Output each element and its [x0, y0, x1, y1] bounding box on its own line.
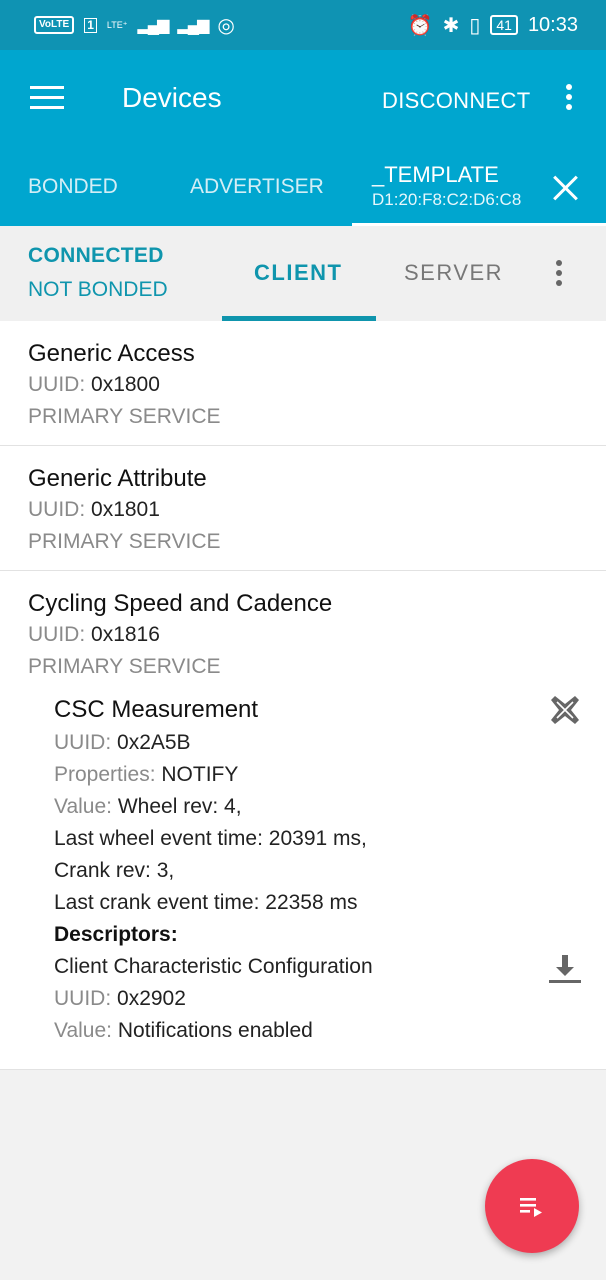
- status-right: ⏰ ✱ ▯ 41 10:33: [408, 13, 578, 38]
- service-uuid-row: UUID: 0x1816: [28, 619, 606, 651]
- log-fab-button[interactable]: [485, 1159, 579, 1253]
- service-uuid-row: UUID: 0x1800: [28, 369, 606, 401]
- uuid-label: UUID:: [28, 498, 86, 521]
- service-name: Generic Access: [28, 340, 195, 367]
- signal-2-icon: ▂▄▆: [177, 17, 209, 34]
- descriptors-heading: Descriptors:: [54, 923, 178, 946]
- services-list: Generic Access UUID: 0x1800 PRIMARY SERV…: [0, 321, 606, 1070]
- volte-icon: VoLTE: [34, 16, 75, 34]
- service-name: Generic Attribute: [28, 465, 207, 492]
- value-label: Value:: [54, 795, 112, 818]
- more-options-icon[interactable]: [564, 84, 574, 110]
- signal-icon: ▂▄▆: [137, 17, 169, 34]
- download-icon[interactable]: [548, 953, 582, 985]
- vibrate-icon: ▯: [469, 14, 481, 37]
- lte-icon: LTE⁺: [106, 19, 128, 30]
- service-item[interactable]: Generic Attribute UUID: 0x1801 PRIMARY S…: [0, 446, 606, 571]
- descriptor-uuid-row: UUID: 0x2902: [54, 983, 606, 1015]
- close-icon[interactable]: [552, 174, 580, 202]
- status-bar: VoLTE 1 LTE⁺ ▂▄▆ ▂▄▆ ◎ ⏰ ✱ ▯ 41 10:33: [0, 0, 606, 50]
- service-uuid-row: UUID: 0x1801: [28, 494, 606, 526]
- properties-label: Properties:: [54, 763, 156, 786]
- device-tabs: BONDED ADVERTISER _TEMPLATE D1:20:F8:C2:…: [0, 148, 606, 226]
- characteristic-item[interactable]: CSC Measurement UUID: 0x2A5B Properties:…: [28, 683, 606, 1065]
- value-line: Wheel rev: 4,: [117, 795, 242, 818]
- descriptor-value: Notifications enabled: [117, 1019, 313, 1042]
- tab-client[interactable]: CLIENT: [254, 260, 342, 286]
- bond-state: NOT BONDED: [28, 278, 168, 301]
- value-line: Crank rev: 3,: [54, 859, 175, 882]
- value-line: Last wheel event time: 20391 ms,: [54, 827, 367, 850]
- notifications-disable-icon[interactable]: [548, 693, 582, 727]
- value-label: Value:: [54, 1019, 112, 1042]
- characteristic-uuid-row: UUID: 0x2A5B: [54, 727, 606, 759]
- status-left: VoLTE 1 LTE⁺ ▂▄▆ ▂▄▆ ◎: [34, 13, 235, 38]
- tab-template-name: _TEMPLATE: [372, 162, 499, 187]
- uuid-label: UUID:: [54, 731, 112, 754]
- bluetooth-icon: ✱: [442, 14, 460, 37]
- descriptor-uuid: 0x2902: [117, 987, 186, 1010]
- characteristic-uuid: 0x2A5B: [117, 731, 191, 754]
- toolbar: Devices DISCONNECT: [0, 50, 606, 148]
- app-bar: Devices DISCONNECT BONDED ADVERTISER _TE…: [0, 50, 606, 226]
- service-type: PRIMARY SERVICE: [28, 655, 221, 678]
- characteristic-properties-row: Properties: NOTIFY: [54, 759, 606, 791]
- sim-slot-icon: 1: [84, 17, 97, 33]
- connection-bar: CONNECTED NOT BONDED CLIENT SERVER: [0, 226, 606, 322]
- disconnect-button[interactable]: DISCONNECT: [382, 88, 530, 114]
- characteristic-name: CSC Measurement: [54, 696, 259, 723]
- service-item-expanded[interactable]: Cycling Speed and Cadence UUID: 0x1816 P…: [0, 571, 606, 1070]
- tab-template-address: D1:20:F8:C2:D6:C8: [372, 190, 522, 209]
- descriptor-name: Client Characteristic Configuration: [54, 955, 373, 978]
- client-options-icon[interactable]: [554, 260, 564, 286]
- descriptor-value-row: Value: Notifications enabled: [54, 1015, 606, 1047]
- characteristic-properties: NOTIFY: [161, 763, 239, 786]
- wifi-hotspot-icon: ◎: [217, 14, 235, 37]
- service-type: PRIMARY SERVICE: [28, 530, 221, 553]
- service-uuid: 0x1816: [91, 623, 160, 646]
- tab-advertiser[interactable]: ADVERTISER: [190, 148, 324, 226]
- alarm-icon: ⏰: [407, 14, 433, 37]
- characteristic-value-row: Value: Wheel rev: 4,: [54, 791, 606, 823]
- service-type: PRIMARY SERVICE: [28, 405, 221, 428]
- clock: 10:33: [527, 13, 578, 36]
- tab-bonded[interactable]: BONDED: [28, 148, 118, 226]
- service-uuid: 0x1801: [91, 498, 160, 521]
- service-name: Cycling Speed and Cadence: [28, 590, 333, 617]
- connection-state: CONNECTED: [28, 244, 164, 267]
- uuid-label: UUID:: [28, 623, 86, 646]
- hamburger-menu-icon[interactable]: [30, 86, 64, 110]
- uuid-label: UUID:: [54, 987, 112, 1010]
- service-item[interactable]: Generic Access UUID: 0x1800 PRIMARY SERV…: [0, 321, 606, 446]
- uuid-label: UUID:: [28, 373, 86, 396]
- log-list-icon: [520, 1198, 542, 1217]
- service-uuid: 0x1800: [91, 373, 160, 396]
- tab-server[interactable]: SERVER: [404, 260, 503, 286]
- battery-icon: 41: [490, 15, 518, 35]
- value-line: Last crank event time: 22358 ms: [54, 891, 358, 914]
- page-title: Devices: [122, 82, 222, 113]
